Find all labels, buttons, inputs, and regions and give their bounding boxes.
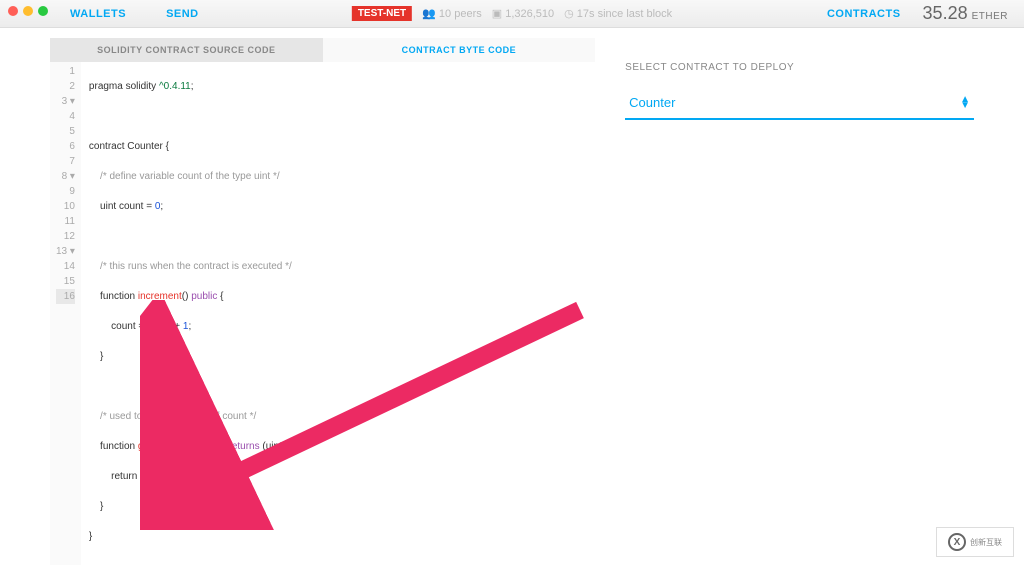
brand-icon: X (948, 533, 966, 551)
block-status: ▣ 1,326,510 (492, 7, 554, 20)
tab-bytecode[interactable]: CONTRACT BYTE CODE (323, 38, 596, 62)
minimize-icon[interactable] (23, 6, 33, 16)
balance-display: 35.28 ETHER (923, 3, 1008, 24)
code-content: pragma solidity ^0.4.11; contract Counte… (81, 62, 300, 565)
deploy-label: SELECT CONTRACT TO DEPLOY (625, 62, 974, 73)
code-tabs: SOLIDITY CONTRACT SOURCE CODE CONTRACT B… (50, 38, 595, 62)
window-controls (8, 6, 48, 16)
maximize-icon[interactable] (38, 6, 48, 16)
status-bar: TEST-NET 👥 10 peers ▣ 1,326,510 ◷ 17s si… (352, 6, 672, 21)
contract-select[interactable]: Counter ▲▼ (625, 87, 974, 120)
nav-send[interactable]: SEND (166, 8, 199, 20)
time-status: ◷ 17s since last block (564, 7, 672, 20)
top-bar: WALLETS SEND TEST-NET 👥 10 peers ▣ 1,326… (0, 0, 1024, 28)
chevron-updown-icon: ▲▼ (960, 97, 970, 109)
peers-status: 👥 10 peers (422, 7, 482, 20)
brand-badge: X 创新互联 (936, 527, 1014, 557)
code-editor[interactable]: 123 ▾45678 ▾910111213 ▾141516 pragma sol… (50, 62, 595, 565)
nav-contracts[interactable]: CONTRACTS (827, 8, 901, 20)
close-icon[interactable] (8, 6, 18, 16)
tab-source[interactable]: SOLIDITY CONTRACT SOURCE CODE (50, 38, 323, 62)
line-gutter: 123 ▾45678 ▾910111213 ▾141516 (50, 62, 81, 565)
nav-wallets[interactable]: WALLETS (70, 8, 126, 20)
network-badge: TEST-NET (352, 6, 412, 21)
